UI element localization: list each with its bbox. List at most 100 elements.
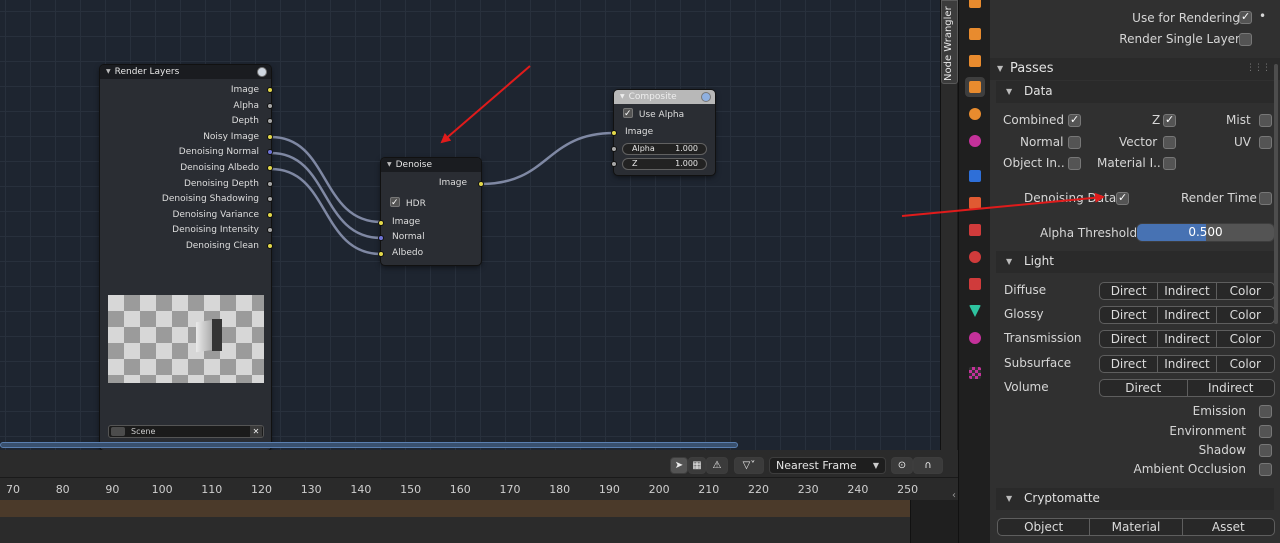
alpha-field[interactable]: Alpha 1.000 xyxy=(622,143,707,155)
collapse-icon[interactable]: ▼ xyxy=(1006,257,1012,266)
render-layers-node[interactable]: ▼ Render Layers Image Alpha Depth Noisy Imag… xyxy=(100,65,273,450)
light-pass-direct-button[interactable]: Direct xyxy=(1100,307,1157,323)
timeline[interactable]: ➤ ▦ ⚠ ▽˅ Nearest Frame ▼ ⊙ ∩ 70 80 90 100 11… xyxy=(0,450,958,543)
light-pass-indirect-button[interactable]: Indirect xyxy=(1157,331,1215,348)
properties-scrollbar[interactable] xyxy=(1274,64,1278,324)
output-socket[interactable] xyxy=(267,243,273,249)
light-pass-direct-button[interactable]: Direct xyxy=(1100,356,1157,372)
texture-tab-icon[interactable] xyxy=(965,363,985,383)
light-pass-direct-button[interactable]: Direct xyxy=(1100,283,1157,299)
denoise-output-socket[interactable] xyxy=(478,181,484,187)
collapse-icon[interactable]: ▼ xyxy=(387,161,392,168)
light-pass-color-button[interactable]: Color xyxy=(1215,331,1274,348)
z-socket[interactable] xyxy=(611,161,617,167)
constraints-tab-icon[interactable] xyxy=(965,274,985,294)
composite-icon[interactable] xyxy=(701,92,711,102)
alpha-threshold-slider[interactable]: 0.500 xyxy=(1136,223,1275,242)
collapse-icon[interactable]: ‹ xyxy=(952,490,956,501)
denoise-input-albedo-socket[interactable] xyxy=(378,251,384,257)
denoise-input-normal-socket[interactable] xyxy=(378,235,384,241)
editor-horizontal-scrollbar[interactable] xyxy=(0,442,738,448)
uv-checkbox[interactable] xyxy=(1259,136,1272,149)
z-field[interactable]: Z 1.000 xyxy=(622,158,707,170)
hdr-option[interactable]: HDR xyxy=(390,196,426,212)
drag-handle-icon[interactable]: ⋮⋮⋮ xyxy=(1246,63,1271,73)
light-pass-indirect-button[interactable]: Indirect xyxy=(1157,355,1215,372)
shadow-checkbox[interactable] xyxy=(1259,444,1272,457)
collapse-icon[interactable]: ▼ xyxy=(106,68,111,75)
environment-checkbox[interactable] xyxy=(1259,425,1272,438)
light-pass-indirect-button[interactable]: Indirect xyxy=(1157,283,1215,299)
light-subpanel-header[interactable]: ▼ Light xyxy=(996,251,1274,273)
light-pass-color-button[interactable]: Color xyxy=(1215,355,1274,372)
frame-ruler[interactable]: 70 80 90 100 110 120 130 140 150 160 170 180 190 200 2… xyxy=(0,478,958,500)
composite-node[interactable]: ▼Composite Use Alpha Image Alpha 1.000 Z… xyxy=(611,90,715,175)
passes-panel-header[interactable]: ▼ Passes ⋮⋮⋮ xyxy=(990,58,1280,80)
output-socket[interactable] xyxy=(267,180,273,187)
select-cursor-icon[interactable]: ➤ xyxy=(670,457,688,474)
collapse-icon[interactable]: ▼ xyxy=(620,93,625,100)
use-alpha-option[interactable]: Use Alpha xyxy=(623,107,684,123)
curve-icon[interactable]: ∩ xyxy=(913,457,943,474)
frame-range-track[interactable] xyxy=(0,500,958,517)
material-index-checkbox[interactable] xyxy=(1163,157,1176,170)
output-socket[interactable] xyxy=(267,165,273,171)
use-alpha-checkbox[interactable] xyxy=(623,107,633,122)
scene-tab-icon[interactable] xyxy=(965,104,985,124)
composite-input-socket[interactable] xyxy=(611,130,617,136)
mist-checkbox[interactable] xyxy=(1259,114,1272,127)
output-socket[interactable] xyxy=(267,211,273,218)
material-tab-icon[interactable] xyxy=(965,328,985,348)
view-layer-tab-icon[interactable] xyxy=(965,77,985,97)
normal-checkbox[interactable] xyxy=(1068,136,1081,149)
alpha-socket[interactable] xyxy=(611,146,617,152)
keyframe-area[interactable] xyxy=(0,517,910,543)
scene-icon[interactable] xyxy=(111,427,125,436)
hdr-checkbox[interactable] xyxy=(390,196,400,211)
denoise-input-image-socket[interactable] xyxy=(378,220,384,226)
vector-checkbox[interactable] xyxy=(1163,136,1176,149)
collapse-icon[interactable]: ▼ xyxy=(997,64,1003,73)
denoise-node[interactable]: ▼Denoise Image HDR Image Normal Albedo xyxy=(378,158,484,265)
object-tab-icon[interactable] xyxy=(965,166,985,186)
render-icon[interactable] xyxy=(257,67,267,77)
light-pass-color-button[interactable]: Color xyxy=(1215,283,1274,299)
light-pass-direct-button[interactable]: Direct xyxy=(1100,331,1157,347)
output-tab-icon[interactable] xyxy=(965,51,985,71)
output-socket[interactable] xyxy=(267,102,273,109)
snap-icon[interactable]: ⊙ xyxy=(891,457,913,474)
render-tab-icon[interactable] xyxy=(965,24,985,44)
particles-tab-icon[interactable] xyxy=(965,220,985,240)
node-editor[interactable]: ▼ Render Layers Image Alpha Depth Noisy Imag… xyxy=(0,0,940,450)
keyframe-dot-icon[interactable]: • xyxy=(1259,9,1266,23)
close-icon[interactable]: ✕ xyxy=(250,426,262,437)
render-time-checkbox[interactable] xyxy=(1259,192,1272,205)
filter-icon[interactable]: ▽˅ xyxy=(734,457,764,474)
properties-panel[interactable]: Use for Rendering • Render Single Layer … xyxy=(990,0,1280,543)
world-tab-icon[interactable] xyxy=(965,131,985,151)
data-subpanel-header[interactable]: ▼ Data xyxy=(996,81,1274,103)
light-pass-indirect-button[interactable]: Indirect xyxy=(1186,379,1275,396)
tool-icon[interactable] xyxy=(965,0,985,12)
render-layers-header[interactable]: ▼ Render Layers xyxy=(100,65,271,79)
cryptomatte-object-button[interactable]: Object xyxy=(998,519,1089,535)
ambient-occlusion-checkbox[interactable] xyxy=(1259,463,1272,476)
warning-icon[interactable]: ⚠ xyxy=(706,457,728,474)
combined-checkbox[interactable] xyxy=(1068,113,1081,127)
composite-header[interactable]: ▼ Composite xyxy=(614,90,715,104)
physics-tab-icon[interactable] xyxy=(965,247,985,267)
render-single-layer-checkbox[interactable] xyxy=(1239,33,1252,46)
select-box-icon[interactable]: ▦ xyxy=(688,457,706,474)
denoise-header[interactable]: ▼ Denoise xyxy=(381,158,481,172)
output-socket[interactable] xyxy=(267,133,273,140)
object-index-checkbox[interactable] xyxy=(1068,157,1081,170)
emission-checkbox[interactable] xyxy=(1259,405,1272,418)
data-tab-icon[interactable] xyxy=(965,301,985,321)
cryptomatte-asset-button[interactable]: Asset xyxy=(1181,519,1274,535)
light-pass-color-button[interactable]: Color xyxy=(1215,307,1274,324)
light-pass-indirect-button[interactable]: Indirect xyxy=(1157,307,1215,324)
cryptomatte-material-button[interactable]: Material xyxy=(1089,519,1181,535)
output-socket[interactable] xyxy=(267,87,273,93)
cryptomatte-subpanel-header[interactable]: ▼ Cryptomatte xyxy=(996,488,1274,510)
light-pass-direct-button[interactable]: Direct xyxy=(1100,380,1187,396)
